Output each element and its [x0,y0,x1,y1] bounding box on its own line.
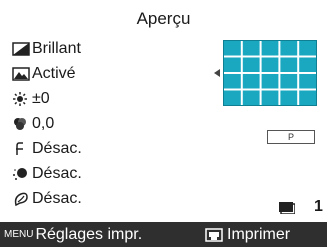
setting-red-eye[interactable]: Désac. [12,139,82,159]
layout-preview [223,40,317,106]
layout-grid [223,40,317,106]
setting-paper-finish[interactable]: Brillant [12,39,81,59]
left-arrow-icon[interactable] [214,69,220,77]
contrast-icon [12,41,30,57]
setting-value: Désac. [32,190,82,207]
setting-value: Brillant [32,40,81,57]
setting-noise-reduction[interactable]: Désac. [12,189,82,209]
copies-count: 1 [314,198,323,215]
copies-indicator: 1 [279,198,323,216]
print-settings-button[interactable]: MENU Réglages impr. [4,225,142,244]
face-icon [12,166,30,182]
setting-color-tone[interactable]: 0,0 [12,114,54,134]
setting-image-optimize[interactable]: Activé [12,64,76,84]
color-tone-icon [12,116,30,132]
paper-size-badge: P [267,130,315,144]
setting-value: Activé [32,65,76,82]
setting-brightness[interactable]: ±0 [12,89,50,109]
bottom-bar: MENU Réglages impr. Imprimer [0,222,327,247]
setting-value: 0,0 [32,115,55,132]
setting-value: Désac. [32,140,82,157]
print-icon [205,227,223,242]
page-title: Aperçu [136,9,191,28]
noise-reduction-icon [12,191,30,207]
print-settings-label: Réglages impr. [35,225,143,243]
menu-key-label: MENU [4,229,34,240]
print-label: Imprimer [227,225,291,243]
image-optimize-icon [12,66,30,82]
brightness-icon [12,91,30,107]
red-eye-icon [12,141,30,157]
print-button[interactable]: Imprimer [205,225,290,244]
copies-icon [279,202,295,214]
print-settings-screen: Aperçu Brillant Activé ±0 0,0 Désac. Dés… [0,0,327,247]
setting-face-correction[interactable]: Désac. [12,164,82,184]
setting-value: ±0 [32,90,50,107]
setting-value: Désac. [32,165,82,182]
